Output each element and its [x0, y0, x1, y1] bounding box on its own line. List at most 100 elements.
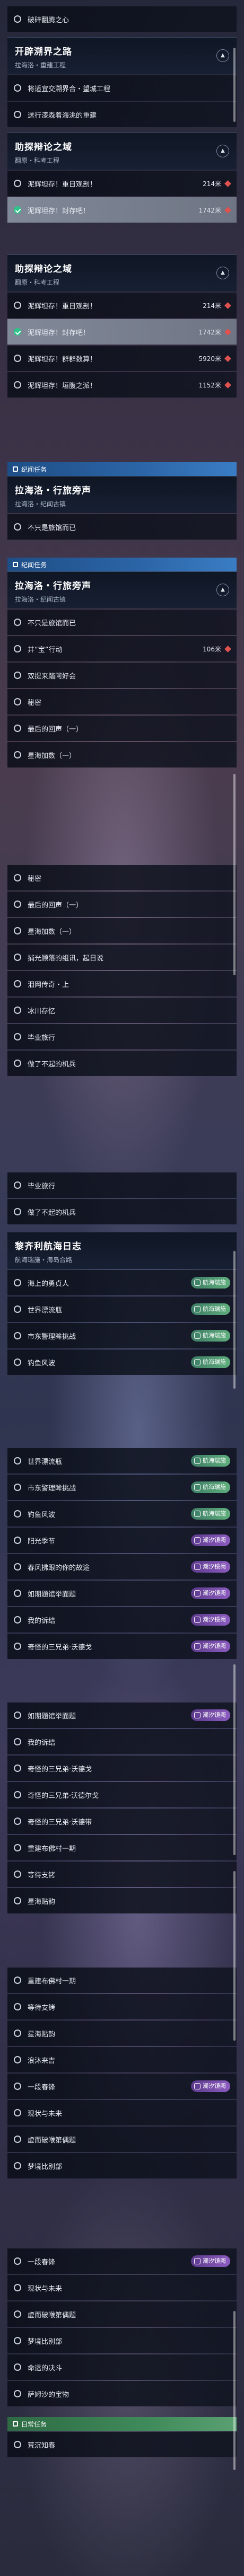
quest-label: 做了不起的机兵: [28, 1060, 76, 1069]
quest-title: 黎齐利航海日志: [15, 1241, 82, 1252]
quest-row[interactable]: 萨姆沙的宝物: [7, 2381, 237, 2406]
status-dot-icon: [14, 1977, 21, 1984]
quest-row[interactable]: 冰川存忆: [7, 998, 237, 1023]
quest-row[interactable]: 春风拂跟的你的故途 潮汐镜阙: [7, 1554, 237, 1580]
scrollbar[interactable]: [233, 1251, 236, 1389]
quest-row[interactable]: 世界漂流瓶 航海瑞施: [7, 1296, 237, 1322]
quest-row-selected[interactable]: 泥辉坦存！封存吧！ 1742米: [7, 197, 237, 223]
category-header[interactable]: 纪闻任务: [7, 462, 237, 476]
quest-row[interactable]: 一段春锋 潮汐镜阙: [7, 2074, 237, 2099]
quest-row[interactable]: 奇怪的三兄弟·沃德戈: [7, 1755, 237, 1781]
quest-row[interactable]: 我的诉结: [7, 1729, 237, 1754]
category-header[interactable]: 日常任务: [7, 2417, 237, 2431]
quest-row[interactable]: 虚而破喉第偶题: [7, 2127, 237, 2152]
tag-label: 航海瑞施: [203, 1358, 226, 1365]
collapse-icon[interactable]: ▲: [216, 267, 229, 279]
quest-row[interactable]: 泥辉坦存！垣腹之派！ 1152米: [7, 372, 237, 398]
status-dot-icon: [14, 2003, 21, 2010]
quest-row[interactable]: 毕业旅行: [7, 1172, 237, 1198]
tag-label: 航海瑞施: [203, 1484, 226, 1490]
quest-row[interactable]: 等待支铐: [7, 1862, 237, 1887]
quest-row[interactable]: 最后的回声（一）: [7, 716, 237, 741]
quest-row[interactable]: 送行漆森着海洮的重建: [7, 102, 237, 127]
tag-label: 潮汐镜阙: [203, 1590, 226, 1596]
quest-row[interactable]: 泥辉坦存！重日观剖！ 214米: [7, 171, 237, 196]
collapse-icon[interactable]: ▲: [216, 584, 229, 596]
scrollbar[interactable]: [233, 1871, 236, 2041]
collapse-icon[interactable]: ▲: [216, 49, 229, 62]
status-dot-icon: [14, 2257, 21, 2265]
quest-row[interactable]: 泪网传奇・上: [7, 971, 237, 996]
quest-row[interactable]: 奇怪的三兄弟·沃德带: [7, 1809, 237, 1834]
quest-row[interactable]: 不只是旅馆而已: [7, 514, 237, 540]
quest-row[interactable]: 奇怪的三兄弟·沃德尔戈: [7, 1782, 237, 1807]
quest-row[interactable]: 钓鱼风波 航海瑞施: [7, 1501, 237, 1527]
scrollbar[interactable]: [233, 1664, 236, 1855]
quest-header[interactable]: 拉海洛・行旅旁声 拉海洛・纪闻古镇 ▲: [7, 571, 237, 608]
tag-label: 航海瑞施: [203, 1332, 226, 1339]
quest-row[interactable]: 星海贴韵: [7, 1888, 237, 1913]
quest-row[interactable]: 海上的勇貞人 航海瑞施: [7, 1270, 237, 1295]
quest-title: 拉海洛・行旅旁声: [15, 581, 91, 592]
quest-row[interactable]: 做了不起的机兵: [7, 1199, 237, 1224]
quest-row[interactable]: 市东警理眸挑战 航海瑞施: [7, 1323, 237, 1348]
quest-row[interactable]: 我的诉结 潮汐镜阙: [7, 1607, 237, 1633]
quest-row[interactable]: 虚而破喉第偶题: [7, 2301, 237, 2327]
quest-header[interactable]: 拉海洛・行旅旁声 拉海洛・纪闻古镇: [7, 476, 237, 513]
quest-row[interactable]: 重建布佛村一期: [7, 1968, 237, 1993]
quest-row[interactable]: 世界漂流瓶 航海瑞施: [7, 1448, 237, 1474]
quest-title: 拉海洛・行旅旁声: [15, 486, 91, 496]
quest-row[interactable]: 如期题馆举面题 潮汐镜阙: [7, 1581, 237, 1606]
scrollbar[interactable]: [233, 774, 236, 975]
quest-row[interactable]: 泥辉坦存！重日观剖！ 214米: [7, 293, 237, 318]
quest-label: 重建布佛村一期: [28, 1977, 76, 1986]
scrollbar[interactable]: [233, 48, 236, 122]
quest-row[interactable]: 井“宝”行动 106米: [7, 636, 237, 661]
quest-row[interactable]: 捕光顾落的组讯，起日说: [7, 945, 237, 970]
quest-row[interactable]: 荒沉知春: [7, 2432, 237, 2457]
quest-row[interactable]: 一段春锋 潮汐镜阙: [7, 2248, 237, 2274]
quest-row[interactable]: 命运的决斗: [7, 2354, 237, 2380]
quest-title: 助探辩论之域: [15, 142, 72, 153]
quest-row[interactable]: 阳光季节 潮汐镜阙: [7, 1528, 237, 1553]
quest-header[interactable]: 助探辩论之域 翻原・科考工程 ▲: [7, 254, 237, 292]
scrollbar[interactable]: [233, 2311, 236, 2470]
quest-row[interactable]: 星海加数（一）: [7, 742, 237, 767]
distance-label: 1152米: [198, 381, 221, 389]
quest-row[interactable]: 梦境比别部: [7, 2328, 237, 2353]
quest-row[interactable]: 重建布佛村一期: [7, 1835, 237, 1860]
quest-row[interactable]: 星海加数（一）: [7, 918, 237, 943]
mirage-tag: 潮汐镜阙: [191, 1534, 230, 1546]
quest-row[interactable]: 做了不起的机兵: [7, 1051, 237, 1076]
quest-row[interactable]: 将适宜交溯界合・望城工程: [7, 75, 237, 101]
mirror-icon: [194, 1643, 201, 1649]
quest-row[interactable]: 梦境比别部: [7, 2153, 237, 2178]
status-dot-icon: [14, 1616, 21, 1624]
quest-row[interactable]: 钓鱼风波 航海瑞施: [7, 1349, 237, 1375]
quest-row[interactable]: 现状与未来: [7, 2100, 237, 2125]
quest-row[interactable]: 市东警理眸挑战 航海瑞施: [7, 1475, 237, 1500]
quest-label: 破碎翻腾之心: [28, 16, 69, 24]
quest-row[interactable]: 奇怪的三兄弟·沃德戈 潮汐镜阙: [7, 1634, 237, 1659]
quest-row[interactable]: 现状与未来: [7, 2275, 237, 2300]
quest-row[interactable]: 秘密: [7, 865, 237, 890]
quest-row[interactable]: 毕业旅行: [7, 1024, 237, 1049]
quest-row[interactable]: 等待支铐: [7, 1994, 237, 2019]
quest-row[interactable]: 如期题馆举面题 潮汐镜阙: [7, 1702, 237, 1728]
quest-label: 不只是旅馆而已: [28, 619, 76, 628]
quest-header[interactable]: 黎齐利航海日志 航海瑞施・海岛合路: [7, 1232, 237, 1269]
quest-row-selected[interactable]: 泥辉坦存！封存吧！ 1742米: [7, 319, 237, 345]
quest-header[interactable]: 助探辩论之域 翻原・科考工程 ▲: [7, 133, 237, 170]
quest-header[interactable]: 开辟溯界之路 拉海洛・重建工程 ▲: [7, 37, 237, 74]
quest-row[interactable]: 不只是旅馆而已: [7, 610, 237, 635]
quest-row[interactable]: 破碎翻腾之心: [7, 6, 237, 32]
quest-row[interactable]: 星海贴韵: [7, 2021, 237, 2046]
mirror-icon: [194, 1537, 201, 1543]
quest-row[interactable]: 泥辉坦存！群群数算！ 5920米: [7, 346, 237, 371]
quest-row[interactable]: 浪沐来吉: [7, 2047, 237, 2072]
quest-row[interactable]: 最后的回声（一）: [7, 892, 237, 917]
collapse-icon[interactable]: ▲: [216, 145, 229, 157]
category-header[interactable]: 纪闻任务: [7, 558, 237, 571]
quest-row[interactable]: 双提来踏阿好会: [7, 663, 237, 688]
quest-row[interactable]: 秘密: [7, 689, 237, 714]
